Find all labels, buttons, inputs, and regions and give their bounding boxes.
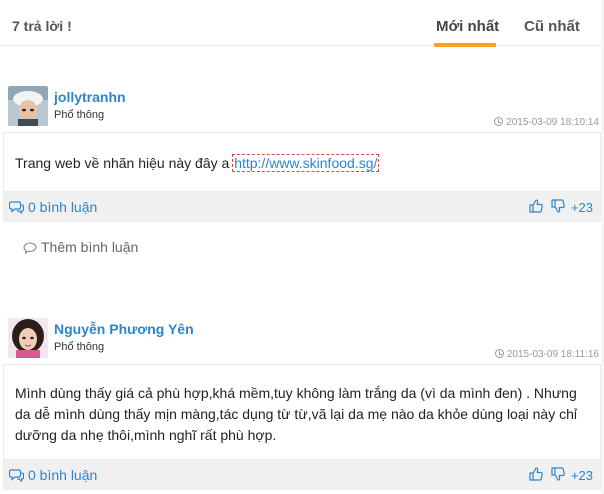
tab-oldest[interactable]: Cũ nhất — [524, 18, 580, 35]
tab-newest[interactable]: Mới nhất — [436, 18, 499, 35]
comment-text: Mình dùng thấy giá cả phù hợp,khá mềm,tu… — [15, 385, 577, 443]
comment-text-prefix: Trang web về nhãn hiệu này đây a — [15, 155, 234, 171]
add-comment-row: Thêm bình luận — [3, 222, 601, 272]
comment-icon — [9, 201, 24, 214]
add-comment-button[interactable]: Thêm bình luận — [23, 239, 138, 255]
active-tab-indicator — [434, 43, 496, 47]
vote-score: +23 — [570, 468, 593, 483]
clock-icon — [494, 117, 504, 126]
comment-item: Nguyễn Phương Yên Phổ thông 2015-03-09 1… — [3, 316, 601, 490]
clock-icon — [494, 349, 504, 358]
username[interactable]: jollytranhn — [54, 89, 126, 105]
timestamp-text: 2015-03-09 18:11:16 — [506, 349, 599, 360]
timestamp-text: 2015-03-09 18:10:14 — [506, 117, 599, 128]
comment-text: Trang web về nhãn hiệu này đây a http://… — [4, 133, 600, 174]
avatar[interactable] — [8, 318, 48, 358]
comment-link[interactable]: http://www.skinfood.sg/ — [232, 154, 380, 172]
user-rank: Phổ thông — [54, 109, 105, 121]
replies-header: 7 trả lời ! Mới nhất Cũ nhất — [0, 0, 604, 47]
speech-bubble-icon — [23, 242, 37, 255]
user-rank: Phổ thông — [54, 341, 105, 353]
comment-icon — [9, 469, 24, 482]
comment-count-button[interactable]: 0 bình luận — [9, 467, 97, 483]
avatar[interactable] — [8, 86, 48, 126]
comment-actions: 0 bình luận +23 — [3, 460, 601, 490]
comment-count-button[interactable]: 0 bình luận — [9, 199, 97, 215]
comment-author: Nguyễn Phương Yên Phổ thông 2015-03-09 1… — [3, 316, 601, 364]
comment-body: Trang web về nhãn hiệu này đây a http://… — [3, 132, 601, 192]
vote-score: +23 — [570, 200, 593, 215]
comment-count-label: 0 bình luận — [28, 199, 98, 215]
thumbs-down-icon[interactable] — [551, 199, 565, 213]
comment-body: Mình dùng thấy giá cả phù hợp,khá mềm,tu… — [3, 364, 601, 460]
comment-timestamp: 2015-03-09 18:11:16 — [494, 349, 599, 360]
comment-count-label: 0 bình luận — [28, 467, 98, 483]
comment-item: jollytranhn Phổ thông 2015-03-09 18:10:1… — [3, 84, 601, 272]
add-comment-label: Thêm bình luận — [41, 239, 139, 255]
thumbs-down-icon[interactable] — [551, 467, 565, 481]
comment-timestamp: 2015-03-09 18:10:14 — [494, 117, 599, 128]
thumbs-up-icon[interactable] — [529, 199, 543, 213]
reply-count: 7 trả lời ! — [12, 18, 72, 34]
username[interactable]: Nguyễn Phương Yên — [54, 321, 194, 337]
comment-actions: 0 bình luận +23 — [3, 192, 601, 222]
thumbs-up-icon[interactable] — [529, 467, 543, 481]
comment-author: jollytranhn Phổ thông 2015-03-09 18:10:1… — [3, 84, 601, 132]
